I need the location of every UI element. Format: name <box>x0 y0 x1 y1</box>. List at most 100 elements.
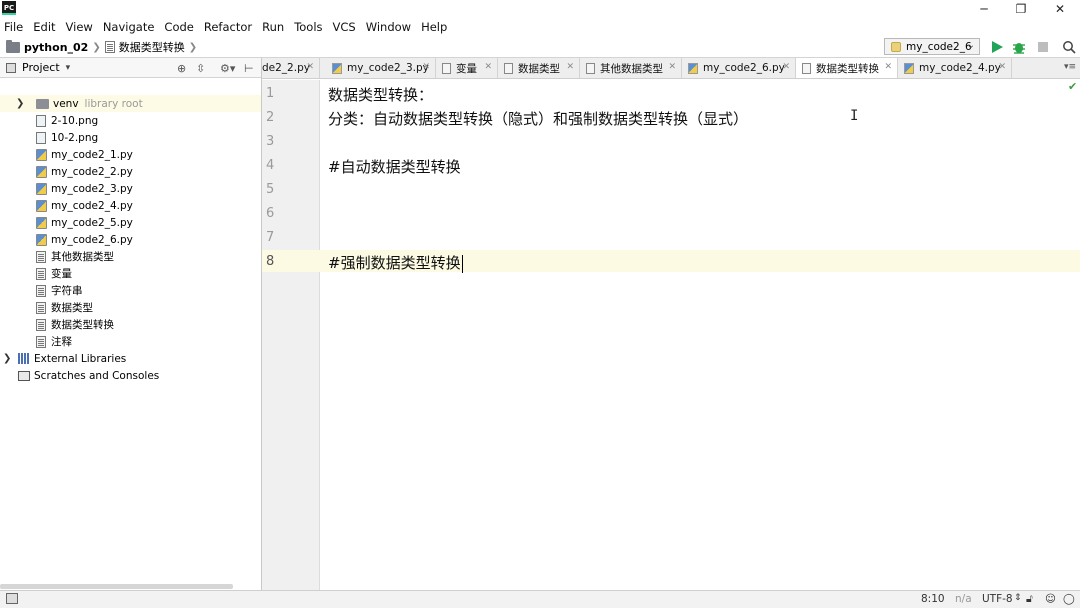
tree-item[interactable]: 数据类型转换 <box>0 316 261 333</box>
menu-file[interactable]: File <box>4 20 23 34</box>
menu-tools[interactable]: Tools <box>294 20 322 34</box>
tab-my-code2-4[interactable]: my_code2_4.py ✕ <box>898 58 1012 78</box>
tab-qita-shujuleixing[interactable]: 其他数据类型 ✕ <box>580 58 682 78</box>
minimize-button[interactable]: ─ <box>964 0 1004 18</box>
text-caret <box>461 255 463 273</box>
close-icon[interactable]: ✕ <box>884 62 892 72</box>
menu-navigate[interactable]: Navigate <box>103 20 155 34</box>
tree-item[interactable]: 10-2.png <box>0 129 261 146</box>
folder-icon <box>6 39 20 53</box>
breadcrumb-project[interactable]: python_02 <box>24 41 88 54</box>
tree-item-label: Scratches and Consoles <box>34 369 160 382</box>
tree-item[interactable]: my_code2_1.py <box>0 146 261 163</box>
tool-windows-icon[interactable] <box>6 593 18 604</box>
tree-item-scratches[interactable]: Scratches and Consoles <box>0 367 261 384</box>
close-icon[interactable]: ✕ <box>566 62 574 72</box>
tree-item-label: 注释 <box>51 336 72 348</box>
tab-list-icon[interactable]: ▾≡ <box>1064 62 1076 72</box>
tree-item[interactable]: 2-10.png <box>0 112 261 129</box>
tree-item[interactable]: 其他数据类型 <box>0 248 261 265</box>
close-icon[interactable]: ✕ <box>484 62 492 72</box>
python-file-icon <box>36 165 47 178</box>
close-icon[interactable]: ✕ <box>782 62 790 72</box>
close-icon[interactable]: ✕ <box>306 62 314 72</box>
tab-de2-2[interactable]: de2_2.py ✕ <box>262 58 320 78</box>
close-icon[interactable]: ✕ <box>998 62 1006 72</box>
tab-shujuleixing[interactable]: 数据类型 ✕ <box>498 58 580 78</box>
close-icon[interactable]: ✕ <box>422 62 430 72</box>
tree-item[interactable]: my_code2_4.py <box>0 197 261 214</box>
tree-item[interactable]: my_code2_2.py <box>0 163 261 180</box>
collapse-all-icon[interactable]: ⇳ <box>196 58 205 78</box>
run-icon[interactable] <box>990 40 1004 54</box>
menu-refactor[interactable]: Refactor <box>204 20 252 34</box>
code-line[interactable]: 数据类型转换： <box>328 84 433 105</box>
menu-code[interactable]: Code <box>164 20 193 34</box>
image-file-icon <box>36 131 46 144</box>
menu-bar: File Edit View Navigate Code Refactor Ru… <box>0 18 1080 36</box>
line-number: 1 <box>266 86 275 101</box>
project-view-icon <box>6 62 16 73</box>
tab-label: my_code2_4.py <box>919 62 1001 74</box>
folder-icon <box>36 98 49 109</box>
menu-run[interactable]: Run <box>262 20 284 34</box>
line-number: 5 <box>266 182 275 197</box>
python-file-icon <box>332 62 342 74</box>
mouse-ibeam-cursor: I <box>850 108 859 124</box>
text-file-icon <box>504 62 513 74</box>
menu-view[interactable]: View <box>66 20 93 34</box>
chevron-right-icon[interactable]: ❯ <box>3 353 11 364</box>
menu-window[interactable]: Window <box>366 20 411 34</box>
tab-my-code2-3[interactable]: my_code2_3.py ✕ <box>326 58 436 78</box>
locate-icon[interactable]: ⊕ <box>177 58 186 78</box>
tree-item[interactable]: 数据类型 <box>0 299 261 316</box>
tree-item[interactable]: my_code2_3.py <box>0 180 261 197</box>
debug-icon[interactable] <box>1012 40 1026 54</box>
hide-panel-icon[interactable]: ⊢ <box>244 58 254 78</box>
restore-button[interactable]: ❐ <box>1001 0 1041 18</box>
tree-item[interactable]: 注释 <box>0 333 261 350</box>
hector-icon[interactable]: ☺︎ <box>1045 593 1056 605</box>
run-config-selector[interactable]: my_code2_6 ⌄ <box>884 38 980 55</box>
line-number: 3 <box>266 134 275 149</box>
chevron-down-icon[interactable]: ▾ <box>66 63 71 73</box>
chevron-right-icon[interactable]: ❯ <box>16 98 24 109</box>
tab-shujuleixing-zhuanhuan[interactable]: 数据类型转换 ✕ <box>796 58 898 78</box>
tree-item-external-libraries[interactable]: ❯ External Libraries <box>0 350 261 367</box>
inspection-ok-icon[interactable]: ✔ <box>1068 80 1077 93</box>
close-icon[interactable]: ✕ <box>668 62 676 72</box>
menu-vcs[interactable]: VCS <box>333 20 356 34</box>
line-number: 7 <box>266 230 275 245</box>
search-icon[interactable] <box>1062 40 1076 54</box>
tab-bianliang[interactable]: 变量 ✕ <box>436 58 498 78</box>
horizontal-scrollbar[interactable] <box>0 584 233 589</box>
stop-icon[interactable] <box>1036 40 1050 54</box>
file-encoding[interactable]: UTF-8 <box>982 593 1013 605</box>
breadcrumb-file[interactable]: 数据类型转换 <box>119 39 185 55</box>
editor-gutter <box>262 80 320 590</box>
event-log-icon[interactable]: ◯ <box>1063 593 1075 605</box>
line-separator[interactable]: n/a <box>955 593 972 605</box>
project-panel-title[interactable]: Project <box>22 61 60 74</box>
tree-item-venv[interactable]: ❯ venv library root <box>0 95 261 112</box>
tree-item[interactable]: my_code2_5.py <box>0 214 261 231</box>
text-file-icon <box>802 63 811 74</box>
lock-icon[interactable]: 🔓︎ <box>1026 593 1033 606</box>
code-line[interactable]: #自动数据类型转换 <box>328 156 461 177</box>
text-file-icon <box>36 301 46 314</box>
menu-edit[interactable]: Edit <box>33 20 55 34</box>
close-window-button[interactable]: ✕ <box>1040 0 1080 18</box>
tab-my-code2-6[interactable]: my_code2_6.py ✕ <box>682 58 796 78</box>
caret-position[interactable]: 8:10 <box>921 593 945 605</box>
code-line[interactable]: 分类：自动数据类型转换（隐式）和强制数据类型转换（显式） <box>328 108 748 129</box>
tree-item[interactable]: 变量 <box>0 265 261 282</box>
gear-icon[interactable]: ⚙▾ <box>220 58 235 78</box>
menu-help[interactable]: Help <box>421 20 447 34</box>
tab-label: 数据类型 <box>518 62 560 75</box>
line-number: 2 <box>266 110 275 125</box>
tree-item[interactable]: my_code2_6.py <box>0 231 261 248</box>
tree-item[interactable]: 字符串 <box>0 282 261 299</box>
code-line-current[interactable]: #强制数据类型转换 <box>328 252 463 273</box>
text-file-icon <box>586 62 595 74</box>
image-file-icon <box>36 114 46 127</box>
